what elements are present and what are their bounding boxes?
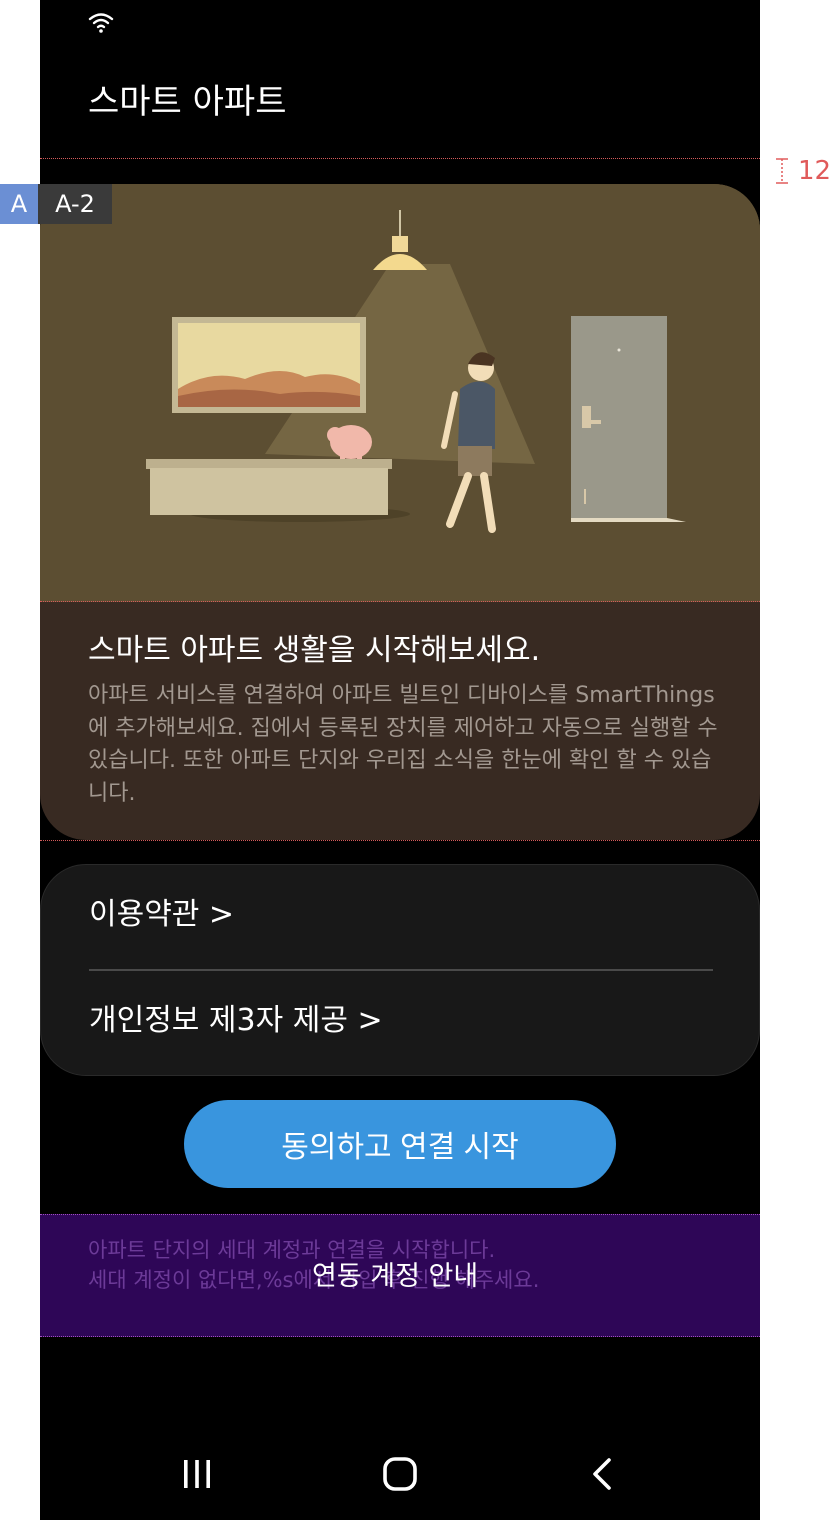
- back-icon: [593, 1458, 611, 1490]
- third-party-privacy-link[interactable]: 개인정보 제3자 제공 >: [89, 1001, 383, 1041]
- page-title: 스마트 아파트: [88, 82, 287, 122]
- hero-card: 스마트 아파트 생활을 시작해보세요. 아파트 서비스를 연결하여 아파트 빌트…: [40, 184, 760, 840]
- hero-description: 아파트 서비스를 연결하여 아파트 빌트인 디바이스를 SmartThings에…: [88, 683, 718, 806]
- spacing-value: 12: [798, 156, 832, 186]
- recents-button[interactable]: [167, 1444, 227, 1504]
- guide-line-hero-bottom: [40, 840, 760, 841]
- spacing-marker-icon: [776, 158, 788, 184]
- terms-card: 이용약관 > 개인정보 제3자 제공 >: [40, 864, 760, 1076]
- hero-text-block: 스마트 아파트 생활을 시작해보세요. 아파트 서비스를 연결하여 아파트 빌트…: [88, 630, 728, 810]
- hero-title: 스마트 아파트 생활을 시작해보세요.: [88, 633, 541, 668]
- recents-icon: [184, 1460, 210, 1488]
- home-icon: [383, 1457, 417, 1491]
- annotation-label-a: A: [0, 184, 38, 224]
- linked-account-guide-link[interactable]: 연동 계정 안내: [312, 1260, 478, 1294]
- guide-line-hero: [40, 601, 760, 602]
- guide-line-top: [40, 158, 760, 159]
- status-bar: [40, 0, 760, 44]
- spacing-measure: 12: [770, 156, 840, 186]
- apartment-illustration: [40, 184, 760, 602]
- back-button[interactable]: [573, 1444, 633, 1504]
- annotation-label-a2: A-2: [38, 184, 112, 224]
- terms-of-service-link[interactable]: 이용약관 >: [89, 895, 234, 935]
- account-info-panel: 아파트 단지의 세대 계정과 연결을 시작합니다. 세대 계정이 없다면,%s에…: [40, 1214, 760, 1337]
- agree-and-connect-button[interactable]: 동의하고 연결 시작: [184, 1100, 616, 1188]
- terms-divider: [89, 969, 713, 971]
- home-button[interactable]: [370, 1444, 430, 1504]
- navigation-bar: [40, 1424, 760, 1520]
- phone-screen: 스마트 아파트 스마트 아파트 생활을 시작해보세요. 아파트 서비스를 연결하…: [40, 0, 760, 1520]
- wifi-icon: [88, 13, 114, 33]
